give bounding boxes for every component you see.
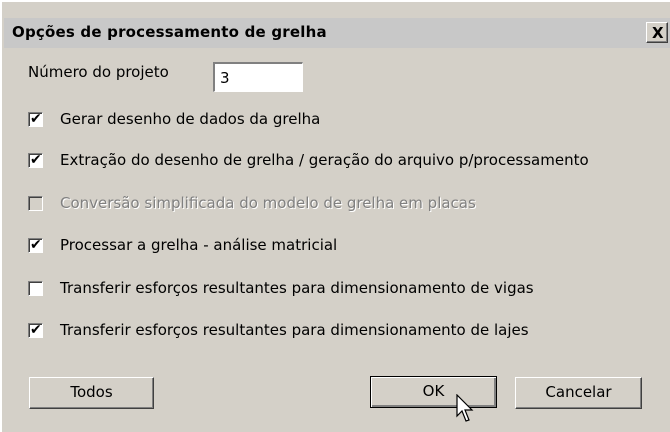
cancel-button[interactable]: Cancelar (515, 377, 642, 409)
title-bar[interactable]: Opções de processamento de grelha X (4, 18, 670, 48)
project-number-label: Número do projeto (28, 63, 169, 81)
option-label: Transferir esforços resultantes para dim… (60, 321, 529, 339)
checkbox[interactable]: ✔ (28, 152, 43, 168)
option-label: Gerar desenho de dados da grelha (60, 110, 321, 128)
option-label: Transferir esforços resultantes para dim… (60, 279, 534, 297)
checkbox (28, 196, 43, 211)
checkmark-icon: ✔ (30, 322, 42, 338)
dialog-title: Opções de processamento de grelha (12, 23, 327, 41)
checkbox[interactable]: ✔ (28, 322, 43, 338)
checkmark-icon: ✔ (30, 237, 42, 253)
checkbox[interactable] (28, 281, 43, 296)
options-dialog: Opções de processamento de grelha X Núme… (0, 0, 670, 432)
ok-button[interactable]: OK (370, 376, 497, 408)
checkbox[interactable]: ✔ (28, 237, 43, 253)
option-label: Extração do desenho de grelha / geração … (60, 151, 589, 169)
all-button[interactable]: Todos (29, 377, 154, 409)
option-label: Conversão simplificada do modelo de grel… (60, 194, 476, 212)
close-button[interactable]: X (646, 22, 668, 43)
checkmark-icon: ✔ (30, 111, 42, 127)
option-label: Processar a grelha - análise matricial (60, 236, 338, 254)
mouse-pointer-icon (456, 394, 474, 422)
close-icon: X (652, 24, 664, 42)
checkmark-icon: ✔ (30, 152, 42, 168)
checkbox[interactable]: ✔ (28, 111, 43, 127)
project-number-input[interactable]: 3 (213, 62, 303, 92)
